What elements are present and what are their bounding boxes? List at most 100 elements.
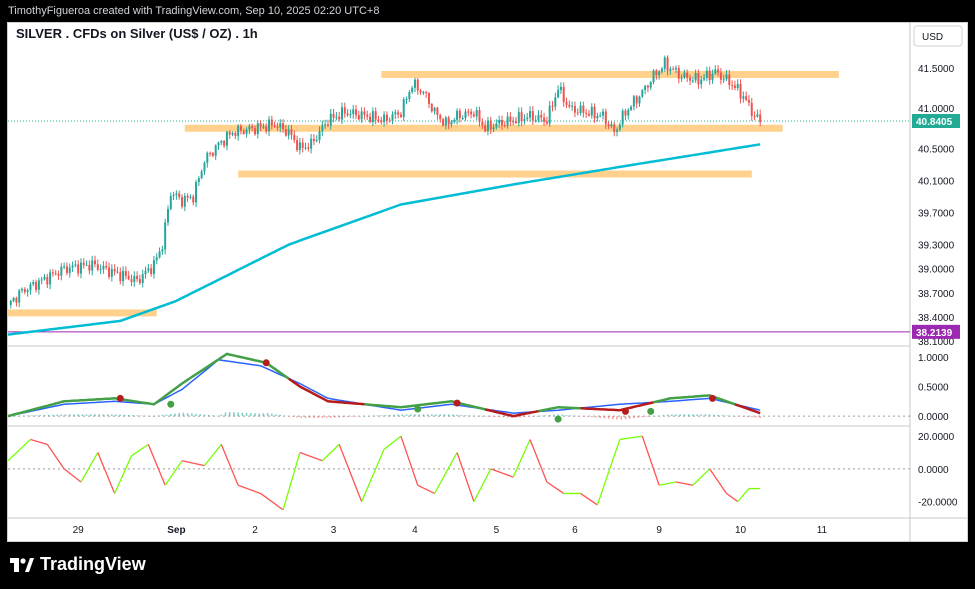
oscillator-2-segment: [80, 452, 99, 483]
oscillator-histogram-bar: [738, 416, 740, 417]
candle-body: [722, 79, 725, 81]
currency-button-label[interactable]: USD: [922, 32, 943, 43]
oscillator-histogram-bar: [26, 415, 29, 417]
oscillator-2-segment: [692, 468, 711, 486]
oscillator-histogram-bar: [43, 414, 46, 417]
oscillator-histogram-bar: [106, 414, 109, 417]
candle-body: [110, 268, 113, 277]
tradingview-logo[interactable]: TradingView: [10, 554, 146, 575]
candle-body: [725, 74, 728, 80]
candle-body: [234, 132, 237, 136]
candle-body: [728, 74, 731, 86]
candle-body: [529, 111, 532, 118]
candle-body: [253, 128, 256, 135]
price-tick-label: 38.4000: [918, 313, 955, 324]
oscillator-histogram-bar: [662, 415, 665, 417]
oscillator-histogram-bar: [548, 415, 551, 417]
candle-body: [307, 147, 310, 149]
candle-body: [284, 129, 287, 136]
candle-body: [124, 271, 127, 276]
oscillator-2-pane[interactable]: [7, 435, 910, 511]
candle-body: [296, 140, 299, 151]
candle-body: [144, 270, 147, 275]
oscillator-1-pane[interactable]: [7, 352, 910, 423]
time-tick-label: 10: [735, 525, 747, 536]
oscillator-histogram-bar: [666, 414, 669, 417]
oscillator-histogram-bar: [565, 415, 568, 417]
candle-body: [397, 112, 400, 115]
oscillator-histogram-bar: [174, 413, 176, 417]
candle-body: [593, 106, 596, 119]
candle-body: [225, 131, 228, 146]
candle-body: [9, 300, 12, 305]
candle-body: [565, 102, 568, 105]
oscillator-histogram-bar: [94, 414, 96, 417]
price-axis[interactable]: 41.5000 41.0000 40.5000 40.1000 39.7000 39.30…: [912, 64, 960, 509]
candle-body: [554, 97, 557, 107]
chart-canvas[interactable]: 41.500041.000040.500040.100039.700039.30…: [0, 0, 975, 589]
candle-body: [23, 289, 26, 293]
oscillator-histogram-bar: [279, 414, 282, 417]
candle-body: [579, 105, 582, 114]
candle-body: [138, 279, 141, 284]
candle-body: [464, 111, 467, 119]
price-pane[interactable]: [7, 55, 910, 336]
candle-body: [669, 68, 672, 71]
price-tick-label: 39.3000: [918, 241, 955, 252]
oscillator-2-segment: [237, 484, 261, 495]
oscillator-histogram-bar: [249, 413, 252, 417]
candle-body: [428, 93, 430, 104]
candle-body: [262, 126, 265, 128]
candle-body: [161, 249, 164, 252]
candle-body: [543, 117, 546, 122]
oscillator-histogram-bar: [266, 413, 269, 417]
oscillator-2-segment: [282, 452, 301, 511]
currency-button[interactable]: USD: [913, 25, 963, 47]
candle-body: [228, 131, 231, 135]
oscillator-2-segment: [299, 451, 323, 462]
candle-body: [747, 99, 750, 103]
candle-body: [127, 275, 130, 280]
candle-body: [214, 145, 217, 156]
oscillator-histogram-bar: [409, 414, 412, 417]
candle-body: [753, 116, 756, 118]
candle-body: [733, 85, 736, 89]
candle-body: [742, 96, 745, 99]
oscillator-histogram-bar: [245, 412, 248, 417]
candle-body: [562, 86, 565, 103]
oscillator-2-segment: [490, 468, 514, 478]
candle-body: [388, 120, 391, 122]
oscillator-histogram-bar: [35, 415, 37, 417]
candle-body: [660, 68, 663, 72]
candle-body: [51, 272, 54, 274]
candle-body: [40, 279, 43, 281]
time-axis[interactable]: 29 Sep 2 3 4 5 6 9 10 11: [73, 525, 828, 536]
oscillator-histogram-bar: [700, 414, 703, 417]
oscillator-histogram-bar: [759, 416, 761, 418]
candle-body: [683, 72, 686, 78]
candle-body: [478, 110, 481, 122]
candle-body: [312, 138, 315, 142]
candle-body: [343, 107, 346, 114]
candle-body: [461, 118, 464, 120]
candle-body: [652, 70, 655, 83]
oscillator-2-segment: [596, 439, 621, 506]
oscillator-2-segment: [512, 439, 531, 478]
candle-body: [326, 124, 329, 126]
candle-body: [172, 195, 175, 197]
oscillator-histogram-bar: [308, 416, 311, 418]
oscillator-histogram-bar: [388, 414, 391, 417]
candle-body: [335, 116, 338, 118]
candle-body: [632, 96, 635, 107]
time-tick-label: 4: [412, 525, 418, 536]
oscillator-histogram-bar: [599, 416, 602, 418]
candle-body: [119, 272, 122, 282]
candle-body: [74, 264, 77, 266]
oscillator-histogram-bar: [127, 414, 130, 417]
candle-body: [585, 112, 588, 114]
candle-body: [211, 153, 214, 156]
candle-body: [94, 260, 97, 265]
oscillator-histogram-bar: [195, 413, 197, 417]
oscillator-histogram-bar: [321, 416, 324, 418]
candle-body: [450, 121, 453, 125]
